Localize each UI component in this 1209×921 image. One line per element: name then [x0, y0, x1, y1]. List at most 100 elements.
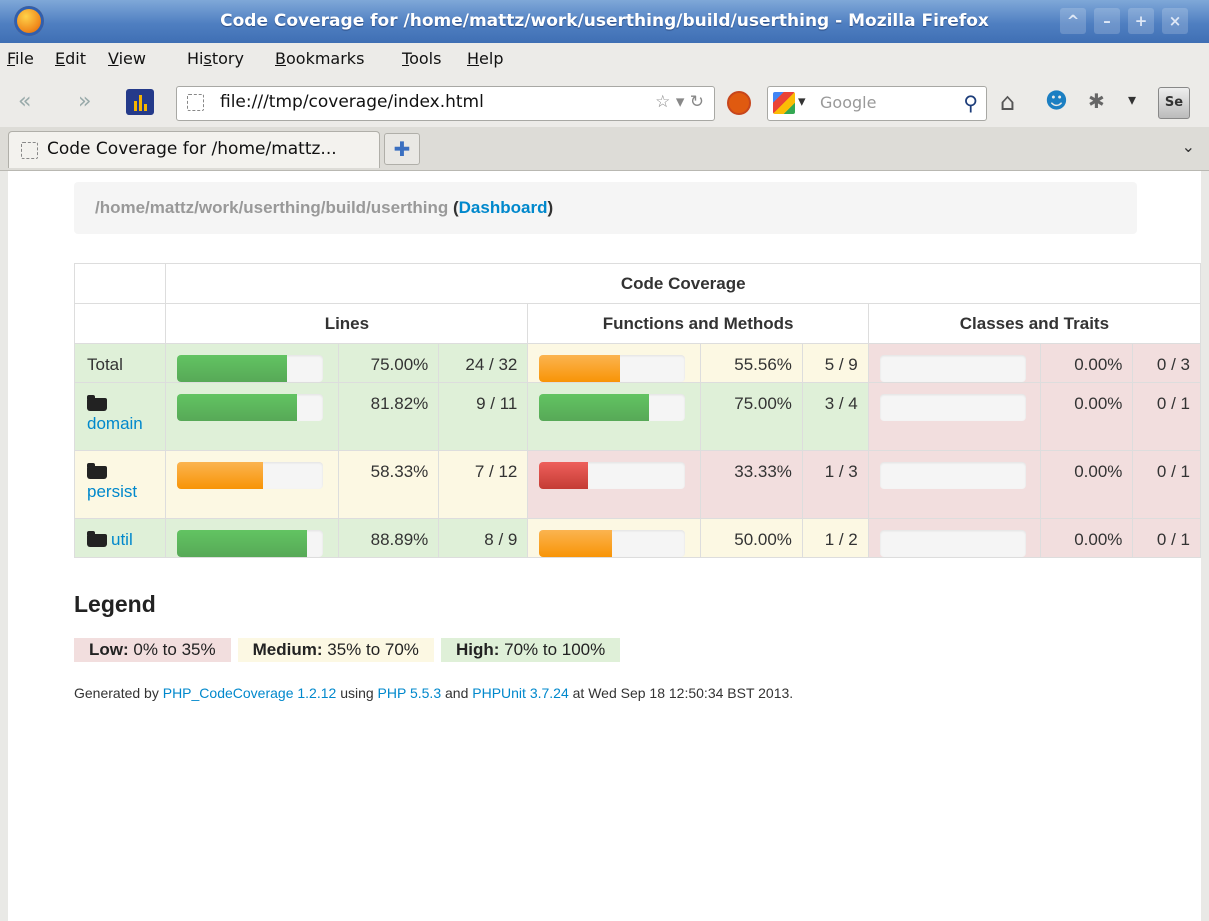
- classes-percent: 0.00%: [1040, 518, 1134, 558]
- navigation-bar: « » file:///tmp/coverage/index.html ☆ ▾ …: [0, 76, 1209, 127]
- lines-progress-fill: [177, 394, 297, 421]
- minimize-window-icon[interactable]: –: [1094, 8, 1120, 34]
- functions-count: 3 / 4: [801, 382, 869, 451]
- directory-link[interactable]: domain: [87, 414, 143, 433]
- classes-count: 0 / 1: [1132, 450, 1201, 519]
- maximize-window-icon[interactable]: +: [1128, 8, 1154, 34]
- php-codecoverage-link[interactable]: PHP_CodeCoverage 1.2.12: [163, 685, 337, 701]
- legend-low: Low: 0% to 35%: [74, 638, 231, 662]
- lines-bar-cell: [165, 518, 339, 558]
- empty-header-cell: [73, 263, 167, 304]
- google-engine-icon[interactable]: [773, 92, 795, 114]
- empty-header-cell: [73, 303, 167, 344]
- footer: Generated by PHP_CodeCoverage 1.2.12 usi…: [74, 685, 794, 701]
- classes-bar-cell: [867, 450, 1042, 519]
- dashboard-link[interactable]: Dashboard: [459, 198, 548, 217]
- tab-list-chevron-icon[interactable]: ⌄: [1182, 137, 1195, 156]
- lines-bar-cell: [165, 343, 339, 383]
- legend: Low: 0% to 35% Medium: 35% to 70% High: 70…: [74, 638, 627, 662]
- php-link[interactable]: PHP 5.5.3: [378, 685, 442, 701]
- close-window-icon[interactable]: ×: [1162, 8, 1188, 34]
- breadcrumb-path: /home/mattz/work/userthing/build/userthi…: [95, 198, 449, 217]
- classes-progress-bar: [879, 530, 1026, 557]
- forward-icon[interactable]: »: [78, 89, 91, 114]
- functions-progress-fill: [539, 530, 613, 557]
- functions-progress-fill: [539, 394, 649, 421]
- tab-coverage[interactable]: Code Coverage for /home/mattz...: [8, 131, 380, 168]
- functions-bar-cell: [527, 343, 701, 383]
- classes-progress-bar: [879, 394, 1026, 421]
- classes-header: Classes and Traits: [867, 303, 1202, 344]
- classes-count: 0 / 3: [1132, 343, 1201, 383]
- menu-edit[interactable]: Edit: [55, 49, 86, 68]
- back-icon[interactable]: «: [18, 89, 31, 114]
- addon-dropdown-icon[interactable]: ▾: [1128, 90, 1136, 109]
- table-row: persist 58.33% 7 / 12 33.33% 1 / 3 0.00% 0 / 1: [73, 450, 1201, 519]
- menu-view[interactable]: View: [108, 49, 146, 68]
- directory-link[interactable]: persist: [87, 482, 137, 501]
- lines-progress-fill: [177, 462, 263, 489]
- home-icon[interactable]: ⌂: [1000, 88, 1015, 116]
- new-tab-button[interactable]: ✚: [384, 133, 420, 165]
- phpunit-link[interactable]: PHPUnit 3.7.24: [472, 685, 569, 701]
- functions-percent: 50.00%: [699, 518, 803, 558]
- lines-percent: 81.82%: [337, 382, 440, 451]
- legend-title: Legend: [74, 591, 156, 617]
- menu-help[interactable]: Help: [467, 49, 503, 68]
- addon-ghost-icon[interactable]: ☻: [1045, 89, 1068, 114]
- classes-percent: 0.00%: [1040, 343, 1134, 383]
- row-name-cell: persist: [73, 450, 167, 519]
- functions-percent: 75.00%: [699, 382, 803, 451]
- breadcrumb: /home/mattz/work/userthing/build/userthi…: [74, 182, 1137, 234]
- directory-link[interactable]: util: [111, 530, 133, 549]
- lines-progress-fill: [177, 355, 287, 382]
- search-placeholder: Google: [820, 93, 877, 112]
- stats-extension-icon[interactable]: [126, 89, 154, 115]
- blocker-extension-icon[interactable]: [727, 91, 751, 115]
- classes-bar-cell: [867, 518, 1042, 558]
- menu-tools[interactable]: Tools: [402, 49, 441, 68]
- lines-progress-bar: [177, 462, 324, 489]
- folder-icon: [87, 531, 107, 548]
- engine-dropdown-icon[interactable]: ▾: [798, 92, 806, 110]
- functions-count: 1 / 3: [801, 450, 869, 519]
- functions-progress-fill: [539, 462, 589, 489]
- url-bar[interactable]: file:///tmp/coverage/index.html ☆ ▾ ↻: [176, 86, 715, 121]
- functions-progress-bar: [539, 355, 686, 382]
- lines-bar-cell: [165, 382, 339, 451]
- table-row: Total 75.00% 24 / 32 55.56% 5 / 9 0.00% 0 / 3: [73, 343, 1201, 383]
- selenium-icon[interactable]: Se: [1158, 87, 1190, 119]
- functions-count: 1 / 2: [801, 518, 869, 558]
- tab-bar: Code Coverage for /home/mattz... ✚ ⌄: [0, 127, 1209, 171]
- menu-bar: File Edit View History Bookmarks Tools H…: [0, 43, 1209, 76]
- lines-count: 24 / 32: [438, 343, 529, 383]
- addon-bug-icon[interactable]: ✱: [1088, 89, 1105, 113]
- menu-history[interactable]: History: [187, 49, 244, 68]
- menu-bookmarks[interactable]: Bookmarks: [275, 49, 364, 68]
- legend-high: High: 70% to 100%: [440, 638, 621, 662]
- tab-label: Code Coverage for /home/mattz...: [47, 139, 337, 159]
- bookmark-star-icon[interactable]: ☆ ▾ ↻: [655, 92, 704, 112]
- functions-progress-bar: [539, 394, 686, 421]
- url-text[interactable]: file:///tmp/coverage/index.html: [220, 92, 484, 112]
- generated-timestamp: at Wed Sep 18 12:50:34 BST 2013.: [572, 685, 794, 701]
- code-coverage-header: Code Coverage: [165, 263, 1201, 304]
- classes-count: 0 / 1: [1132, 518, 1201, 558]
- folder-icon: [87, 463, 107, 480]
- window-title: Code Coverage for /home/mattz/work/usert…: [220, 11, 989, 31]
- lines-progress-bar: [177, 394, 324, 421]
- functions-bar-cell: [527, 518, 701, 558]
- folder-icon: [87, 395, 107, 412]
- search-box[interactable]: ▾ Google ⚲: [767, 86, 987, 121]
- menu-file[interactable]: File: [7, 49, 34, 68]
- page-icon: [187, 94, 204, 111]
- functions-count: 5 / 9: [801, 343, 869, 383]
- classes-percent: 0.00%: [1040, 450, 1134, 519]
- functions-progress-bar: [539, 530, 686, 557]
- search-icon[interactable]: ⚲: [963, 91, 978, 115]
- browser-window: Code Coverage for /home/mattz/work/usert…: [0, 0, 1209, 921]
- title-bar: Code Coverage for /home/mattz/work/usert…: [0, 0, 1209, 43]
- shade-window-icon[interactable]: ^: [1060, 8, 1086, 34]
- lines-count: 7 / 12: [438, 450, 529, 519]
- lines-progress-bar: [177, 355, 324, 382]
